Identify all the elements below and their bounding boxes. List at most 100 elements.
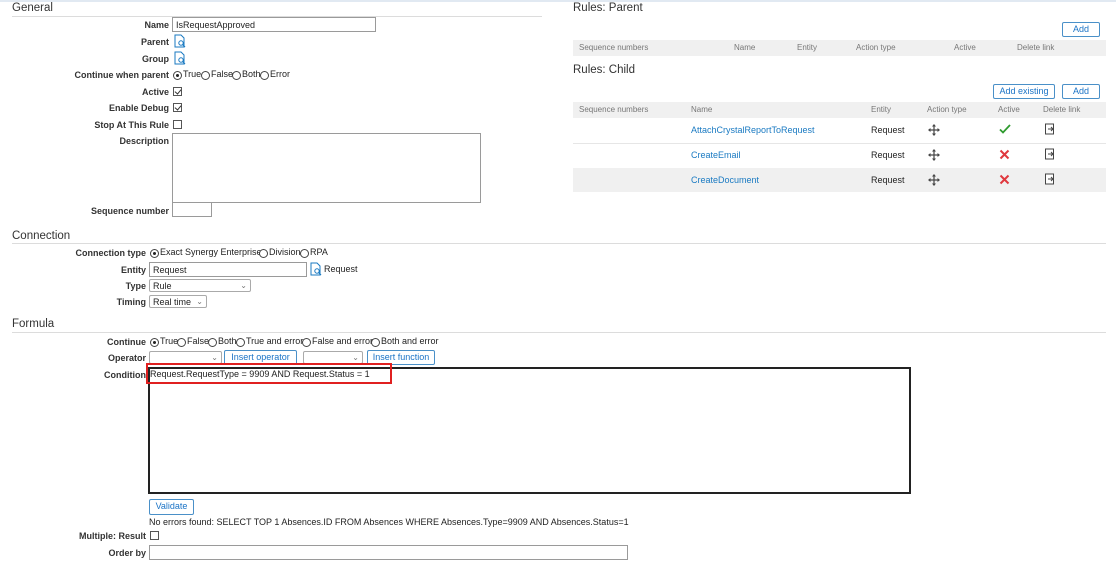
formula-continue-label: Continue bbox=[107, 337, 146, 347]
continue-both-text: Both bbox=[242, 69, 261, 79]
parent-table-header: Sequence numbers Name Entity Action type… bbox=[573, 40, 1106, 56]
child-row-entity: Request bbox=[871, 175, 905, 185]
formula-both-and-error-text: Both and error bbox=[381, 336, 439, 346]
formula-true-text: True bbox=[160, 336, 179, 346]
entity-link-text: Request bbox=[324, 264, 358, 274]
rules-child-title: Rules: Child bbox=[573, 64, 635, 76]
inactive-x-icon bbox=[999, 149, 1010, 163]
multiple-result-checkbox[interactable] bbox=[150, 531, 159, 540]
formula-true-and-error-text: True and error bbox=[246, 336, 304, 346]
description-label: Description bbox=[119, 136, 169, 146]
connection-rpa-radio[interactable] bbox=[300, 249, 309, 258]
condition-textarea[interactable] bbox=[148, 367, 911, 494]
enable-debug-checkbox[interactable] bbox=[173, 103, 182, 112]
formula-both-and-error-radio[interactable] bbox=[371, 338, 380, 347]
continue-true-radio[interactable] bbox=[173, 71, 182, 80]
order-by-input[interactable] bbox=[149, 545, 628, 560]
move-icon[interactable] bbox=[928, 149, 940, 164]
parent-col-action-type: Action type bbox=[856, 43, 896, 52]
general-section-title: General bbox=[12, 2, 53, 14]
continue-when-parent-label: Continue when parent bbox=[74, 70, 170, 80]
connection-type-label: Connection type bbox=[75, 248, 146, 258]
type-select-value: Rule bbox=[153, 281, 172, 291]
child-col-action-type: Action type bbox=[927, 105, 967, 114]
parent-col-name: Name bbox=[734, 43, 756, 52]
child-add-button[interactable]: Add bbox=[1062, 84, 1100, 99]
child-row-entity: Request bbox=[871, 125, 905, 135]
child-row-name-link[interactable]: CreateEmail bbox=[691, 150, 741, 160]
parent-col-entity: Entity bbox=[797, 43, 818, 52]
child-col-sequence: Sequence numbers bbox=[579, 105, 649, 114]
type-select[interactable]: Rule ⌄ bbox=[149, 279, 251, 292]
parent-add-button[interactable]: Add bbox=[1062, 22, 1100, 37]
delete-link-icon[interactable] bbox=[1044, 173, 1056, 188]
connection-section-title: Connection bbox=[12, 230, 71, 242]
stop-at-rule-checkbox[interactable] bbox=[173, 120, 182, 129]
entity-label: Entity bbox=[120, 265, 146, 275]
formula-false-and-error-radio[interactable] bbox=[302, 338, 311, 347]
formula-false-radio[interactable] bbox=[177, 338, 186, 347]
description-textarea[interactable] bbox=[172, 133, 481, 203]
child-row-name-link[interactable]: CreateDocument bbox=[691, 175, 759, 185]
order-by-label: Order by bbox=[108, 548, 146, 558]
formula-true-and-error-radio[interactable] bbox=[236, 338, 245, 347]
connection-division-radio[interactable] bbox=[259, 249, 268, 258]
validate-button[interactable]: Validate bbox=[149, 499, 194, 515]
delete-link-icon[interactable] bbox=[1044, 123, 1056, 138]
sequence-number-input[interactable] bbox=[172, 202, 212, 217]
child-col-name: Name bbox=[691, 105, 713, 114]
name-input[interactable]: IsRequestApproved bbox=[172, 17, 376, 32]
operator-label: Operator bbox=[107, 353, 146, 363]
continue-true-text: True bbox=[183, 69, 202, 79]
continue-both-radio[interactable] bbox=[232, 71, 241, 80]
parent-label: Parent bbox=[140, 37, 169, 47]
table-row: CreateDocument Request bbox=[573, 168, 1106, 192]
group-lookup-icon[interactable] bbox=[173, 51, 187, 65]
validation-message: No errors found: SELECT TOP 1 Absences.I… bbox=[149, 517, 629, 527]
enable-debug-label: Enable Debug bbox=[108, 103, 169, 113]
type-label: Type bbox=[125, 281, 146, 291]
stop-at-rule-label: Stop At This Rule bbox=[94, 120, 169, 130]
continue-error-radio[interactable] bbox=[260, 71, 269, 80]
move-icon[interactable] bbox=[928, 124, 940, 139]
active-check-icon bbox=[999, 123, 1011, 138]
parent-col-active: Active bbox=[954, 43, 976, 52]
continue-error-text: Error bbox=[270, 69, 290, 79]
inactive-x-icon bbox=[999, 174, 1010, 188]
parent-col-sequence: Sequence numbers bbox=[579, 43, 649, 52]
active-checkbox[interactable] bbox=[173, 87, 182, 96]
timing-select[interactable]: Real time ⌄ bbox=[149, 295, 207, 308]
formula-both-text: Both bbox=[218, 336, 237, 346]
top-border bbox=[0, 0, 1116, 2]
group-label: Group bbox=[142, 54, 169, 64]
child-col-delete: Delete link bbox=[1043, 105, 1081, 114]
sequence-number-label: Sequence number bbox=[90, 206, 169, 216]
formula-false-text: False bbox=[187, 336, 210, 346]
parent-lookup-icon[interactable] bbox=[173, 34, 187, 48]
delete-link-icon[interactable] bbox=[1044, 148, 1056, 163]
child-col-active: Active bbox=[998, 105, 1020, 114]
connection-exact-text: Exact Synergy Enterprise bbox=[160, 247, 262, 257]
parent-col-delete: Delete link bbox=[1017, 43, 1055, 52]
child-add-existing-button[interactable]: Add existing bbox=[993, 84, 1055, 99]
continue-false-text: False bbox=[211, 69, 234, 79]
active-label: Active bbox=[141, 87, 169, 97]
formula-true-radio[interactable] bbox=[150, 338, 159, 347]
connection-section-rule bbox=[12, 243, 1106, 244]
continue-false-radio[interactable] bbox=[201, 71, 210, 80]
timing-select-value: Real time bbox=[153, 297, 192, 307]
entity-input[interactable]: Request bbox=[149, 262, 307, 277]
connection-exact-radio[interactable] bbox=[150, 249, 159, 258]
formula-section-rule bbox=[12, 332, 1106, 333]
table-row: AttachCrystalReportToRequest Request bbox=[573, 118, 1106, 143]
condition-highlight-box bbox=[146, 363, 392, 384]
condition-label: Condition bbox=[104, 370, 146, 380]
child-row-name-link[interactable]: AttachCrystalReportToRequest bbox=[691, 125, 815, 135]
connection-division-text: Division bbox=[269, 247, 301, 257]
child-col-entity: Entity bbox=[871, 105, 892, 114]
move-icon[interactable] bbox=[928, 174, 940, 189]
entity-lookup-icon[interactable] bbox=[309, 262, 323, 276]
formula-section-title: Formula bbox=[12, 318, 55, 330]
formula-both-radio[interactable] bbox=[208, 338, 217, 347]
timing-label: Timing bbox=[116, 297, 146, 307]
